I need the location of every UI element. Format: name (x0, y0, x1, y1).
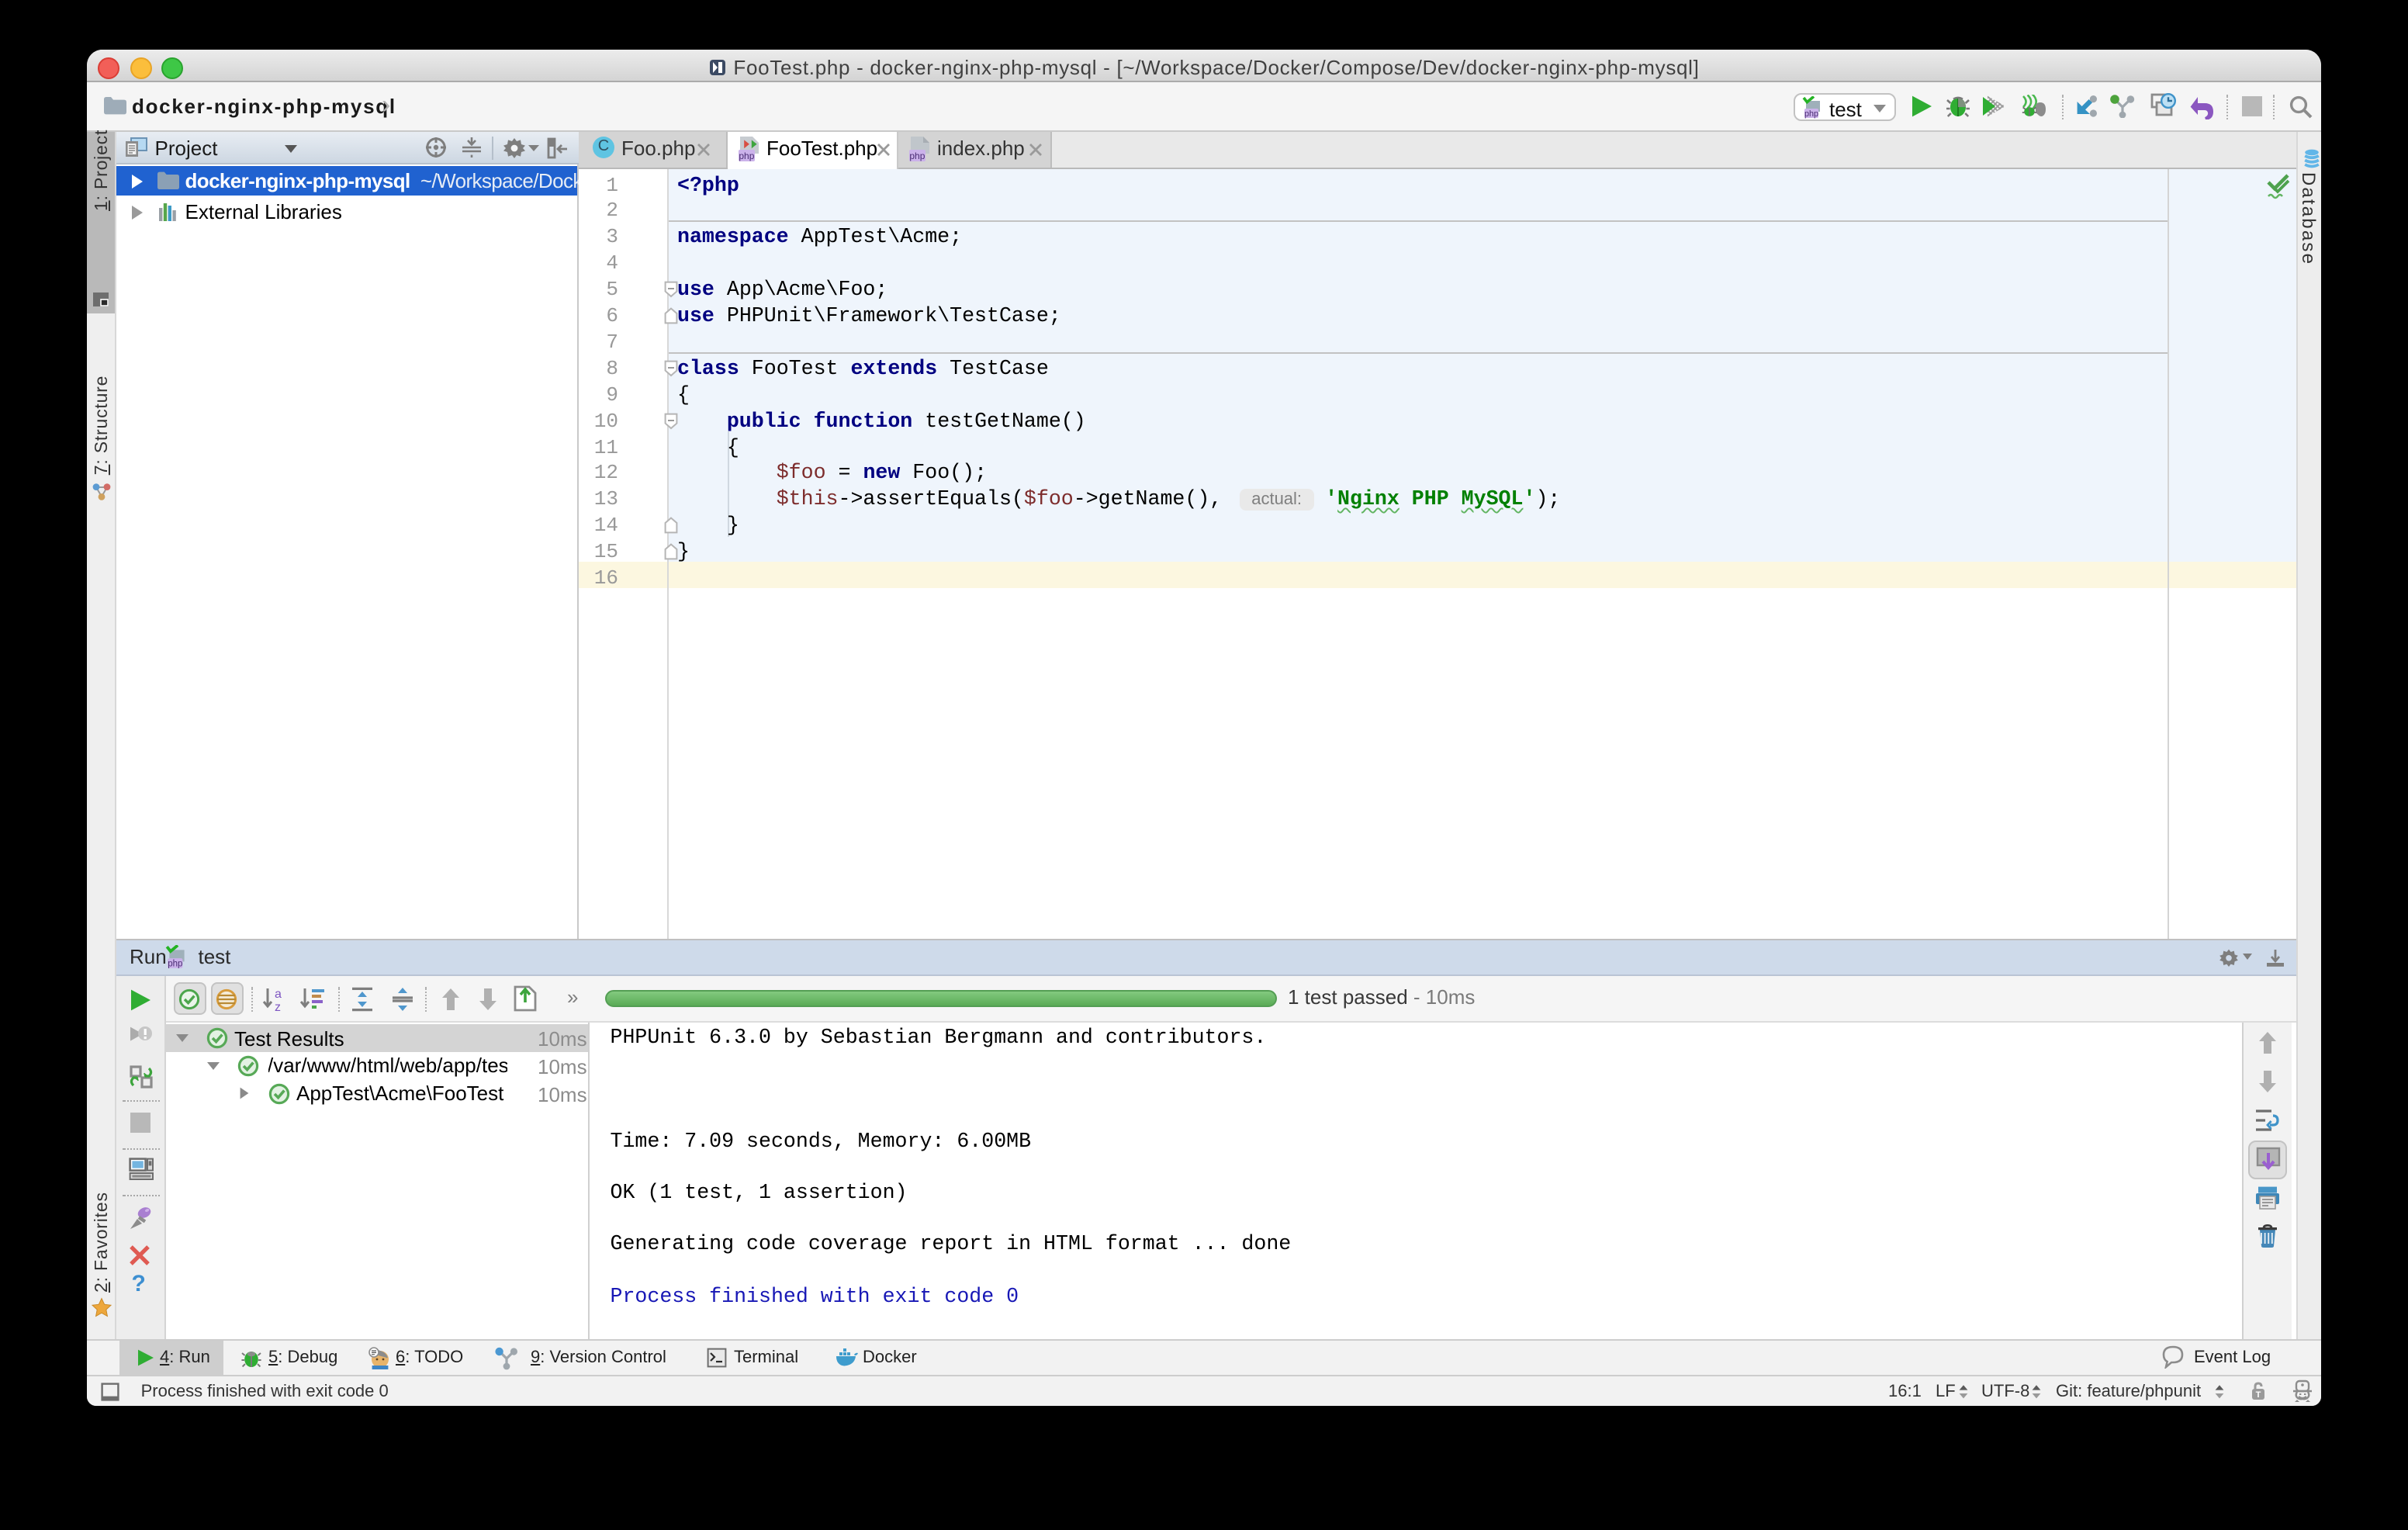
svg-text:php: php (1804, 109, 1818, 119)
svg-text:php: php (739, 151, 754, 161)
svg-text:z: z (275, 1000, 281, 1011)
svg-text:php: php (909, 151, 925, 161)
svg-text:T: T (2256, 1390, 2261, 1400)
svg-text:php: php (168, 960, 182, 969)
svg-text:a: a (275, 987, 282, 1000)
